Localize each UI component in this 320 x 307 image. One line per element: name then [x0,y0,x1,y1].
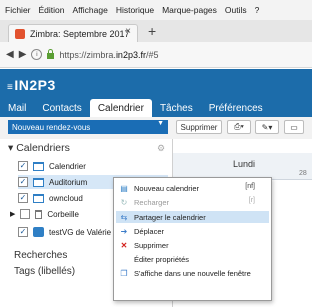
tag-menu-button[interactable]: ✎▾ [255,120,279,134]
print-menu-button[interactable]: ⎙▾ [227,120,251,134]
delete-icon: ✕ [120,240,128,250]
tab-calendrier[interactable]: Calendrier [89,99,152,117]
checkbox[interactable]: ✓ [18,177,28,187]
share-icon: ⇆ [120,212,128,222]
menu-item-edit-properties[interactable]: Éditer propriétés [116,253,269,265]
new-window-icon: ❐ [120,268,128,278]
print-button[interactable]: ▭ [284,120,304,134]
searches-section[interactable]: Recherches [14,250,67,261]
browser-tab-bar: Zimbra: Septembre 2017 × + [0,20,312,42]
app-nav-tabs: Mail Contacts Calendrier Tâches Préféren… [0,99,312,117]
close-icon[interactable]: × [125,26,131,37]
zimbra-favicon-icon [15,28,25,39]
expand-icon[interactable]: ▶ [10,210,15,218]
delete-button[interactable]: Supprimer [176,120,222,134]
toolbar: Nouveau rendez-vous ▼ Supprimer ⎙▾ ✎▾ ▭ [0,117,312,140]
menu-marque-pages[interactable]: Marque-pages [162,5,217,15]
menu-item-reload[interactable]: ↻ Recharger [r] [116,196,269,208]
tab-title: Zimbra: Septembre 2017 [30,28,130,39]
sidebar-item-label: Calendrier [49,161,86,171]
sidebar-item-calendrier[interactable]: ✓ Calendrier [18,159,168,173]
checkbox[interactable] [20,209,31,219]
new-appointment-button[interactable]: Nouveau rendez-vous ▼ [8,120,168,134]
printer-icon: ▭ [290,122,298,132]
menu-item-shortcut: [nf] [245,183,255,190]
calendars-heading[interactable]: ▾ Calendriers [8,142,70,154]
url-input[interactable]: https://zimbra.in2p3.fr/#5 [59,50,158,60]
info-icon[interactable]: i [31,49,43,60]
tags-section[interactable]: Tags (libellés) [14,266,75,277]
url-bar: ◀ ▶ i https://zimbra.in2p3.fr/#5 [0,42,312,68]
in2p3-logo: ≡IN2P3 [7,77,56,93]
tag-icon: ✎▾ [261,122,273,132]
checkbox[interactable]: ✓ [18,193,28,203]
menu-item-label: Recharger [134,197,170,207]
menu-item-label: Supprimer [134,240,169,250]
lock-icon [47,49,55,59]
menu-item-shortcut: [r] [248,197,255,204]
menu-affichage[interactable]: Affichage [73,5,108,15]
gear-icon[interactable]: ⚙ [157,143,165,154]
menu-help[interactable]: ? [255,5,260,15]
menu-edition[interactable]: Édition [39,5,65,15]
menu-item-label: Partager le calendrier [134,212,206,222]
browser-menu-bar: Fichier Édition Affichage Historique Mar… [0,0,312,20]
calendar-icon [33,161,44,171]
sidebar-item-label: owncloud [49,193,83,203]
tab-contacts[interactable]: Contacts [34,99,89,117]
calendar-icon [33,193,44,203]
forward-icon[interactable]: ▶ [19,49,27,60]
move-icon: ➔ [120,226,128,236]
menu-item-new-window[interactable]: ❐ S'affiche dans une nouvelle fenêtre [116,267,269,279]
chevron-down-icon[interactable]: ▼ [157,120,164,127]
menu-item-delete[interactable]: ✕ Supprimer [116,239,269,251]
menu-item-label: S'affiche dans une nouvelle fenêtre [134,268,251,278]
new-calendar-icon: ▤ [120,183,128,193]
logo-mark-icon: ≡ [7,82,14,93]
date-number: 28 [299,170,307,177]
menu-item-move[interactable]: ➔ Déplacer [116,225,269,237]
checkbox[interactable]: ✓ [18,227,28,237]
menu-item-label: Déplacer [134,226,165,236]
app-header: ≡IN2P3 [0,69,312,99]
new-appointment-label: Nouveau rendez-vous [12,122,91,132]
menu-historique[interactable]: Historique [116,5,154,15]
context-menu: ▤ Nouveau calendrier [nf] ↻ Recharger [r… [113,177,272,301]
sidebar-item-label: testVG de Valérie Gi [49,227,122,237]
back-icon[interactable]: ◀ [6,49,14,60]
day-label: Lundi [233,159,256,169]
shared-calendar-icon [33,227,44,237]
sidebar-item-label: Corbeille [47,209,79,219]
trash-icon [35,209,43,219]
new-tab-icon[interactable]: + [148,23,156,39]
menu-item-share-calendar[interactable]: ⇆ Partager le calendrier [116,211,269,223]
print-icon: ⎙▾ [234,122,244,131]
tab-taches[interactable]: Tâches [152,99,201,117]
checkbox[interactable]: ✓ [18,161,28,171]
reload-icon: ↻ [120,197,128,207]
menu-item-label: Nouveau calendrier [134,183,200,193]
tab-mail[interactable]: Mail [0,99,34,117]
menu-item-label: Éditer propriétés [134,254,190,264]
browser-tab[interactable]: Zimbra: Septembre 2017 × [8,24,138,42]
menu-item-new-calendar[interactable]: ▤ Nouveau calendrier [nf] [116,182,269,194]
sidebar-item-label: Auditorium [49,177,88,187]
tab-preferences[interactable]: Préférences [201,99,271,117]
menu-fichier[interactable]: Fichier [5,5,31,15]
menu-outils[interactable]: Outils [225,5,247,15]
calendar-icon [33,177,44,187]
